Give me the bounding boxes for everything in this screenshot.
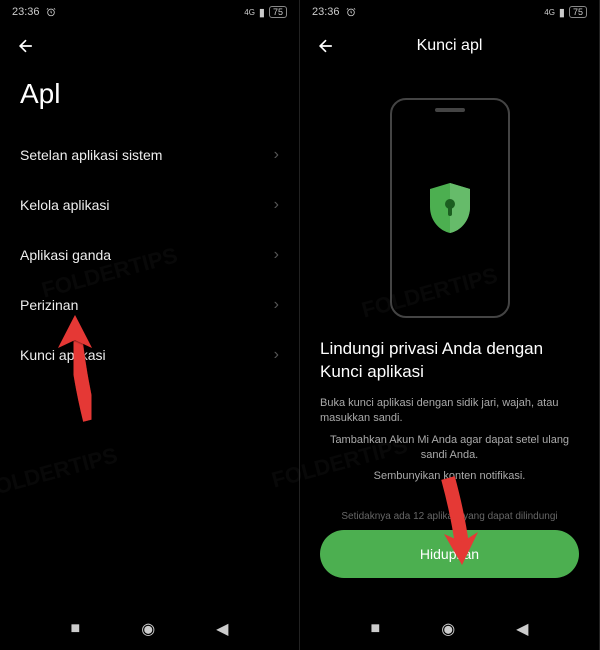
alarm-icon [346, 7, 356, 17]
header: Kunci apl [300, 24, 599, 68]
screen-apps-settings: FOLDERTIPS FOLDERTIPS 23:36 4G ▮ 75 Apl … [0, 0, 300, 650]
item-dual-apps[interactable]: Aplikasi ganda › [0, 230, 299, 280]
status-time: 23:36 [12, 6, 40, 18]
chevron-right-icon: › [274, 246, 279, 264]
status-signal: 4G [244, 8, 255, 17]
chevron-right-icon: › [274, 196, 279, 214]
promo-line-2: Tambahkan Akun Mi Anda agar dapat setel … [300, 433, 599, 470]
phone-illustration [390, 98, 510, 318]
navigation-bar: ■ ◉ ◀ [300, 608, 599, 650]
list-item-label: Perizinan [20, 297, 78, 313]
chevron-right-icon: › [274, 346, 279, 364]
nav-back-icon[interactable]: ◀ [216, 619, 228, 639]
item-app-lock[interactable]: Kunci aplikasi › [0, 330, 299, 380]
nav-back-icon[interactable]: ◀ [516, 619, 528, 639]
status-signal: 4G [544, 8, 555, 17]
nav-home-icon[interactable]: ◉ [141, 619, 155, 639]
screen-app-lock-intro: FOLDERTIPS FOLDERTIPS 23:36 4G ▮ 75 Kunc… [300, 0, 600, 650]
status-bar: 23:36 4G ▮ 75 [0, 0, 299, 24]
back-icon[interactable] [316, 36, 336, 56]
item-system-app-settings[interactable]: Setelan aplikasi sistem › [0, 130, 299, 180]
nav-recent-icon[interactable]: ■ [371, 620, 381, 638]
shield-lock-icon [426, 181, 474, 235]
status-bar: 23:36 4G ▮ 75 [300, 0, 599, 24]
chevron-right-icon: › [274, 296, 279, 314]
item-permissions[interactable]: Perizinan › [0, 280, 299, 330]
chevron-right-icon: › [274, 146, 279, 164]
header [0, 24, 299, 68]
enable-button[interactable]: Hidupkan [320, 530, 579, 578]
promo-line-1: Buka kunci aplikasi dengan sidik jari, w… [300, 396, 599, 433]
list-item-label: Kunci aplikasi [20, 347, 106, 363]
hint-text: Setidaknya ada 12 aplikasi yang dapat di… [300, 511, 599, 522]
nav-home-icon[interactable]: ◉ [441, 619, 455, 639]
signal-bars-icon: ▮ [559, 6, 565, 19]
item-manage-apps[interactable]: Kelola aplikasi › [0, 180, 299, 230]
nav-recent-icon[interactable]: ■ [71, 620, 81, 638]
header-title: Kunci apl [417, 37, 483, 55]
back-icon[interactable] [16, 36, 36, 56]
status-time: 23:36 [312, 6, 340, 18]
promo-line-3: Sembunyikan konten notifikasi. [300, 469, 599, 490]
list-item-label: Kelola aplikasi [20, 197, 110, 213]
battery-icon: 75 [569, 6, 587, 18]
promo-title: Lindungi privasi Anda dengan Kunci aplik… [300, 338, 599, 396]
list-item-label: Setelan aplikasi sistem [20, 147, 162, 163]
navigation-bar: ■ ◉ ◀ [0, 608, 299, 650]
signal-bars-icon: ▮ [259, 6, 265, 19]
page-title: Apl [0, 68, 299, 130]
battery-icon: 75 [269, 6, 287, 18]
list-item-label: Aplikasi ganda [20, 247, 111, 263]
alarm-icon [46, 7, 56, 17]
